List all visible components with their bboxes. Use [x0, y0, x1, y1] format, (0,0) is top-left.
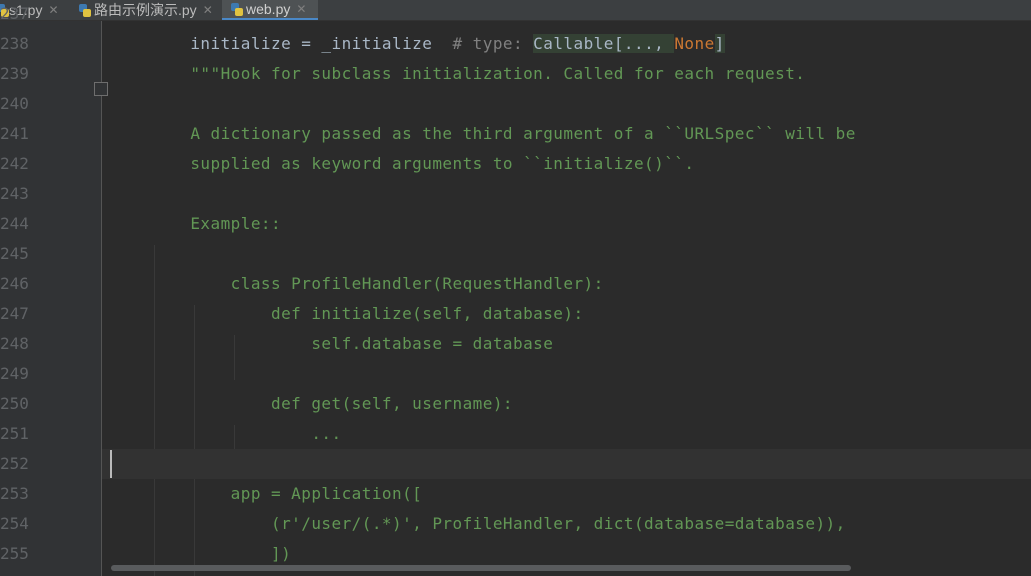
code-line[interactable]: self.database = database [102, 329, 1031, 359]
code-line[interactable]: """Hook for subclass initialization. Cal… [102, 59, 1031, 89]
line-number: 243 [0, 184, 29, 203]
code-text: supplied as keyword arguments to ``initi… [150, 149, 694, 179]
line-number: 250 [0, 394, 29, 413]
code-text: A dictionary passed as the third argumen… [150, 119, 856, 149]
tab-label: 路由示例演示.py [94, 2, 197, 18]
line-number: 244 [0, 214, 29, 233]
line-number: 254 [0, 514, 29, 533]
close-icon[interactable]: ✕ [48, 3, 58, 17]
code-token: ... [150, 424, 342, 443]
line-number: 245 [0, 244, 29, 263]
line-number: 251 [0, 424, 29, 443]
code-line[interactable] [102, 179, 1031, 209]
code-text: app = Application([ [150, 479, 422, 509]
code-text: (r'/user/(.*)', ProfileHandler, dict(dat… [150, 509, 846, 539]
line-number: 242 [0, 154, 29, 173]
line-number: 252 [0, 454, 29, 473]
code-line[interactable]: def get(self, username): [102, 389, 1031, 419]
line-number: 248 [0, 334, 29, 353]
text-caret [110, 450, 112, 478]
code-editor[interactable]: initialize = _initialize # type: Callabl… [102, 21, 1031, 576]
code-token: def initialize(self, database): [150, 304, 584, 323]
code-line[interactable] [102, 89, 1031, 119]
tab-route-demo-py[interactable]: 路由示例演示.py ✕ [72, 0, 220, 20]
code-line[interactable]: A dictionary passed as the third argumen… [102, 119, 1031, 149]
code-token: ]) [150, 544, 292, 563]
code-line[interactable]: Example:: [102, 209, 1031, 239]
code-token: self.database = database [150, 334, 554, 353]
line-number: 238 [0, 34, 29, 53]
line-number: 247 [0, 304, 29, 323]
line-number: 249 [0, 364, 29, 383]
code-line-current[interactable] [102, 449, 1031, 479]
code-line[interactable]: app = Application([ [102, 479, 1031, 509]
code-token: def get(self, username): [150, 394, 513, 413]
code-line[interactable] [102, 21, 1031, 29]
code-token: (r'/user/(.*)', ProfileHandler, dict(dat… [150, 514, 846, 533]
python-file-icon [78, 3, 91, 17]
horizontal-scrollbar[interactable] [111, 565, 851, 571]
code-token: """Hook for subclass initialization. Cal… [150, 64, 806, 83]
line-number: 241 [0, 124, 29, 143]
code-token: None [674, 34, 715, 53]
code-line[interactable] [102, 239, 1031, 269]
code-token: initialize = _initialize [150, 34, 453, 53]
code-text: """Hook for subclass initialization. Cal… [150, 59, 805, 89]
line-number: 253 [0, 484, 29, 503]
line-number-gutter: 237 238 239 240 241 242 243 244 245 246 247 248 249 2… [0, 4, 102, 576]
code-text: def initialize(self, database): [150, 299, 584, 329]
line-number: 255 [0, 544, 29, 563]
code-line[interactable]: supplied as keyword arguments to ``initi… [102, 149, 1031, 179]
code-text: self.database = database [150, 329, 553, 359]
tab-web-py[interactable]: web.py ✕ [222, 0, 318, 20]
code-text: initialize = _initialize # type: Callabl… [150, 29, 725, 59]
code-line[interactable]: initialize = _initialize # type: Callabl… [102, 29, 1031, 59]
code-text: Example:: [150, 209, 281, 239]
python-file-icon [230, 2, 243, 16]
code-line[interactable]: def initialize(self, database): [102, 299, 1031, 329]
code-line[interactable]: ... [102, 419, 1031, 449]
editor-tab-bar: s1.py ✕ 路由示例演示.py ✕ web.py ✕ [0, 0, 1031, 21]
code-text: ... [150, 419, 342, 449]
code-token: app = Application([ [150, 484, 423, 503]
line-number: 246 [0, 274, 29, 293]
close-icon[interactable]: ✕ [296, 2, 306, 16]
line-number: 240 [0, 94, 29, 113]
tab-label: web.py [246, 1, 291, 17]
close-icon[interactable]: ✕ [203, 3, 213, 17]
code-token: supplied as keyword arguments to ``initi… [150, 154, 695, 173]
code-line[interactable]: class ProfileHandler(RequestHandler): [102, 269, 1031, 299]
code-token: Callable[..., [533, 34, 675, 53]
line-number: 237 [0, 4, 29, 23]
code-text: class ProfileHandler(RequestHandler): [150, 269, 604, 299]
code-text: def get(self, username): [150, 389, 513, 419]
code-token: ] [714, 34, 725, 53]
line-number: 239 [0, 64, 29, 83]
code-token: class ProfileHandler(RequestHandler): [150, 274, 604, 293]
code-line[interactable] [102, 359, 1031, 389]
code-token: # type: [452, 34, 534, 53]
code-token: Example:: [150, 214, 282, 233]
code-line[interactable]: (r'/user/(.*)', ProfileHandler, dict(dat… [102, 509, 1031, 539]
code-token: A dictionary passed as the third argumen… [150, 124, 856, 143]
